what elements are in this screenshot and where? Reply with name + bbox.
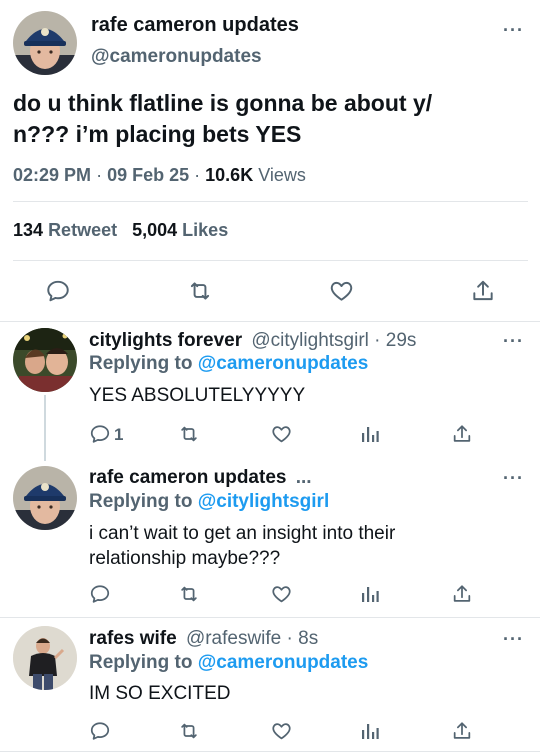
more-options-icon[interactable]: ··· [503,331,524,352]
likes-label[interactable]: Likes [182,220,228,240]
display-name[interactable]: rafes wife [89,628,177,649]
reply-icon[interactable] [89,583,111,605]
reply-text: i can’t wait to get an insight into thei… [89,521,395,571]
reply-text: IM SO EXCITED [89,683,231,704]
views-label: Views [258,165,306,185]
display-name[interactable]: citylights forever [89,330,242,351]
replying-to-handle[interactable]: @cameronupdates [198,353,369,374]
divider [0,617,540,618]
replying-to: Replying to @citylightsgirl [89,491,329,513]
retweet-icon[interactable] [177,423,201,445]
reply-icon[interactable] [45,278,71,304]
display-name[interactable]: rafe cameron updates [91,14,299,37]
profile-photo [13,11,77,75]
views-count: 10.6K [205,165,254,185]
likes-count[interactable]: 5,004 [132,220,177,240]
reply-text-line-2: relationship maybe??? [89,548,281,569]
profile-photo [13,466,77,530]
retweet-icon[interactable] [177,720,201,742]
retweets-label[interactable]: Retweet [48,220,117,240]
replying-to: Replying to @cameronupdates [89,652,368,674]
analytics-icon[interactable] [360,721,380,741]
reply-time[interactable]: · 29s [374,330,416,351]
meta-separator: · [96,165,103,185]
like-icon[interactable] [270,720,293,742]
more-options-icon[interactable]: ··· [503,20,524,41]
retweet-icon[interactable] [186,278,214,304]
avatar[interactable] [13,328,77,392]
avatar[interactable] [13,466,77,530]
tweet-time[interactable]: 02:29 PM [13,165,91,185]
divider [13,201,528,202]
avatar[interactable] [13,626,77,690]
reply-icon[interactable] [89,423,111,445]
handle[interactable]: @citylightsgirl [251,330,368,351]
analytics-icon[interactable] [360,424,380,444]
tweet-text-line-1: do u think flatline is gonna be about y/ [13,90,433,116]
handle[interactable]: @cameronupdates [91,46,262,68]
share-icon[interactable] [451,582,473,606]
replying-to-label: Replying to [89,491,193,512]
share-icon[interactable] [470,277,496,305]
profile-photo [13,626,77,690]
tweet-text: do u think flatline is gonna be about y/… [13,88,432,150]
replying-to-label: Replying to [89,353,193,374]
like-icon[interactable] [328,278,355,304]
handle[interactable]: @rafeswife [186,628,281,649]
reply-header: citylights forever @citylightsgirl · 29s [89,330,416,352]
replying-to-handle[interactable]: @cameronupdates [198,652,369,673]
like-icon[interactable] [270,423,293,445]
more-options-icon[interactable]: ··· [503,629,524,650]
engagement-stats: 134 Retweet 5,004 Likes [13,220,228,241]
divider [13,260,528,261]
avatar[interactable] [13,11,77,75]
tweet-text-line-2: n??? i’m placing bets YES [13,121,302,147]
tweet-meta: 02:29 PM · 09 Feb 25 · 10.6K Views [13,165,306,186]
replying-to-handle[interactable]: @citylightsgirl [198,491,330,512]
profile-photo [13,328,77,392]
tweet-date[interactable]: 09 Feb 25 [107,165,189,185]
replying-to: Replying to @cameronupdates [89,353,368,375]
reply-text-line-1: i can’t wait to get an insight into thei… [89,523,396,544]
reply-icon[interactable] [89,720,111,742]
retweets-count[interactable]: 134 [13,220,43,240]
share-icon[interactable] [451,719,473,743]
reply-time[interactable]: · 8s [287,628,319,649]
reply-header: rafes wife @rafeswife · 8s [89,628,318,650]
reply-header: rafe cameron updates ... [89,467,312,489]
reply-count: 1 [114,425,124,444]
divider [0,751,540,752]
divider [0,321,540,322]
meta-separator: · [194,165,201,185]
analytics-icon[interactable] [360,584,380,604]
share-icon[interactable] [451,422,473,446]
more-options-icon[interactable]: ··· [503,468,524,489]
like-icon[interactable] [270,583,293,605]
thread-line [44,395,46,461]
retweet-icon[interactable] [177,583,201,605]
handle[interactable]: ... [296,467,312,488]
replying-to-label: Replying to [89,652,193,673]
reply-text: YES ABSOLUTELYYYYY [89,385,306,406]
display-name[interactable]: rafe cameron updates [89,467,286,488]
